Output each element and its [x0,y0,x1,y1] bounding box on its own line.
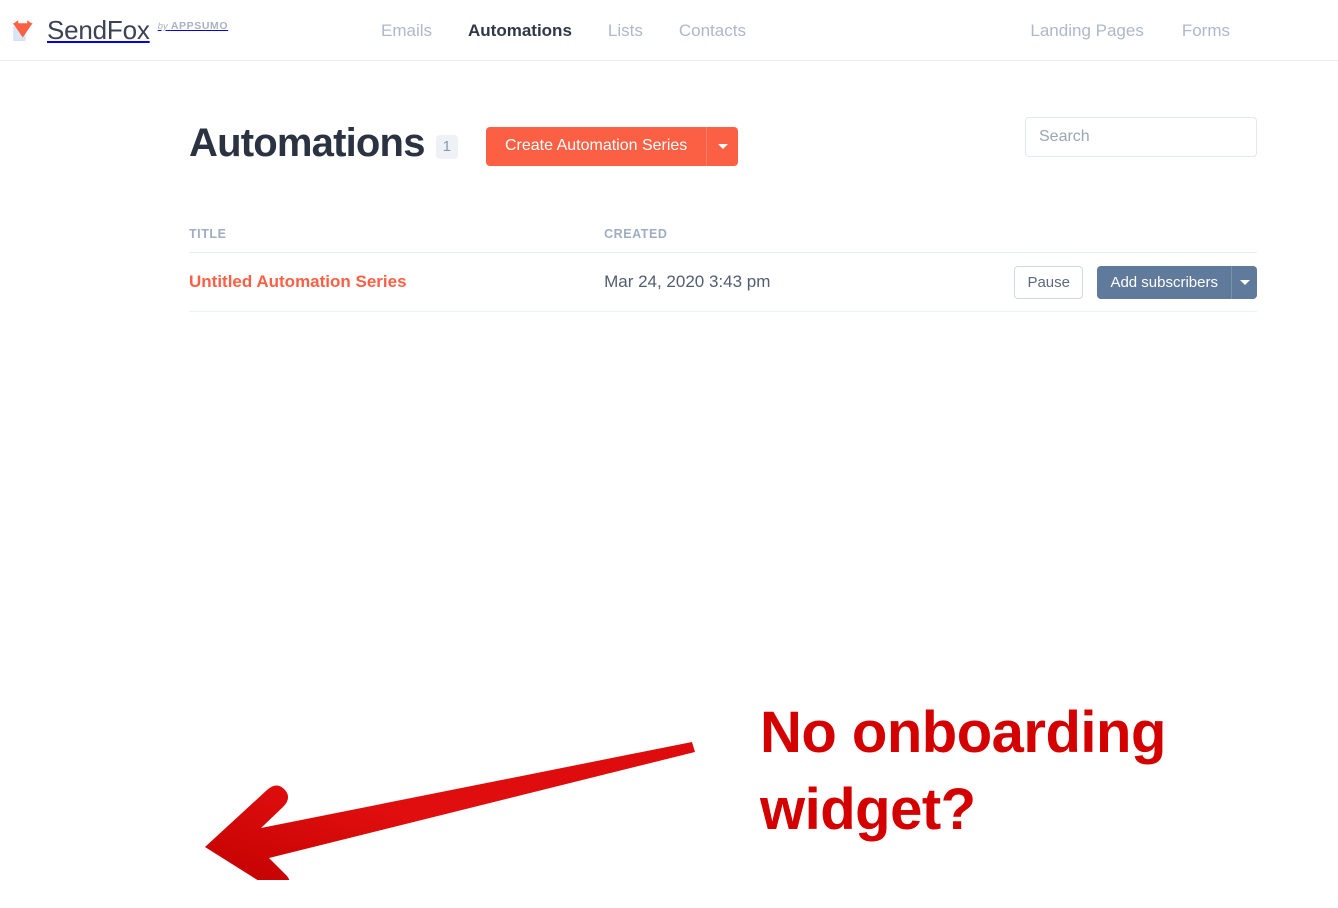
cell-title: Untitled Automation Series [189,252,605,312]
automation-created-date: Mar 24, 2020 3:43 pm [604,272,771,291]
table-header: TITLE CREATED [189,227,1257,253]
automation-series-link[interactable]: Untitled Automation Series [189,272,407,291]
primary-nav: Emails Automations Lists Contacts [381,0,746,61]
nav-item-landing-pages[interactable]: Landing Pages [1030,21,1143,41]
add-subscribers-dropdown-toggle[interactable] [1231,265,1257,299]
automations-count-badge: 1 [435,135,458,159]
brand-by-word: by [157,21,168,32]
table-body: Untitled Automation Series Mar 24, 2020 … [189,252,1257,312]
nav-item-automations[interactable]: Automations [468,21,572,41]
nav-item-forms[interactable]: Forms [1182,21,1230,41]
main-content: Automations 1 Create Automation Series T… [189,61,1257,312]
create-automation-dropdown-toggle[interactable] [706,126,739,166]
annotation-text: No onboarding widget? [759,698,1168,843]
page-header: Automations 1 Create Automation Series [189,112,1257,174]
chevron-down-icon [1239,279,1250,285]
add-subscribers-button[interactable]: Add subscribers [1097,265,1231,299]
brand-name: SendFox [47,14,150,45]
brand-logo-link[interactable]: SendFox by APPSUMO [10,8,228,52]
search-input[interactable] [1025,117,1257,157]
column-header-created: CREATED [604,227,1015,253]
nav-item-contacts[interactable]: Contacts [679,21,746,41]
page-title: Automations [189,121,425,165]
create-automation-button-group: Create Automation Series [485,126,739,166]
automations-table: TITLE CREATED Untitled Automation Series… [189,227,1257,312]
table-header-row: TITLE CREATED [189,227,1257,253]
brand-parent-company: APPSUMO [170,20,229,32]
add-subscribers-button-group: Add subscribers [1097,265,1257,299]
cell-created: Mar 24, 2020 3:43 pm [604,252,1015,312]
secondary-nav: Landing Pages Forms [1030,0,1230,61]
red-arrow-pointing-left-icon [205,742,695,880]
cell-actions: Pause Add subscribers [1014,252,1257,312]
nav-item-emails[interactable]: Emails [381,21,432,41]
pause-button[interactable]: Pause [1014,265,1083,299]
nav-item-lists[interactable]: Lists [608,21,643,41]
table-row: Untitled Automation Series Mar 24, 2020 … [189,252,1257,312]
top-navigation-bar: SendFox by APPSUMO Emails Automations Li… [0,0,1338,61]
column-header-title: TITLE [189,227,605,253]
column-header-actions [1014,227,1257,253]
create-automation-series-button[interactable]: Create Automation Series [485,126,707,166]
sendfox-fox-envelope-icon [13,20,33,41]
chevron-down-icon [717,143,728,149]
brand-byline: by APPSUMO [158,20,228,32]
